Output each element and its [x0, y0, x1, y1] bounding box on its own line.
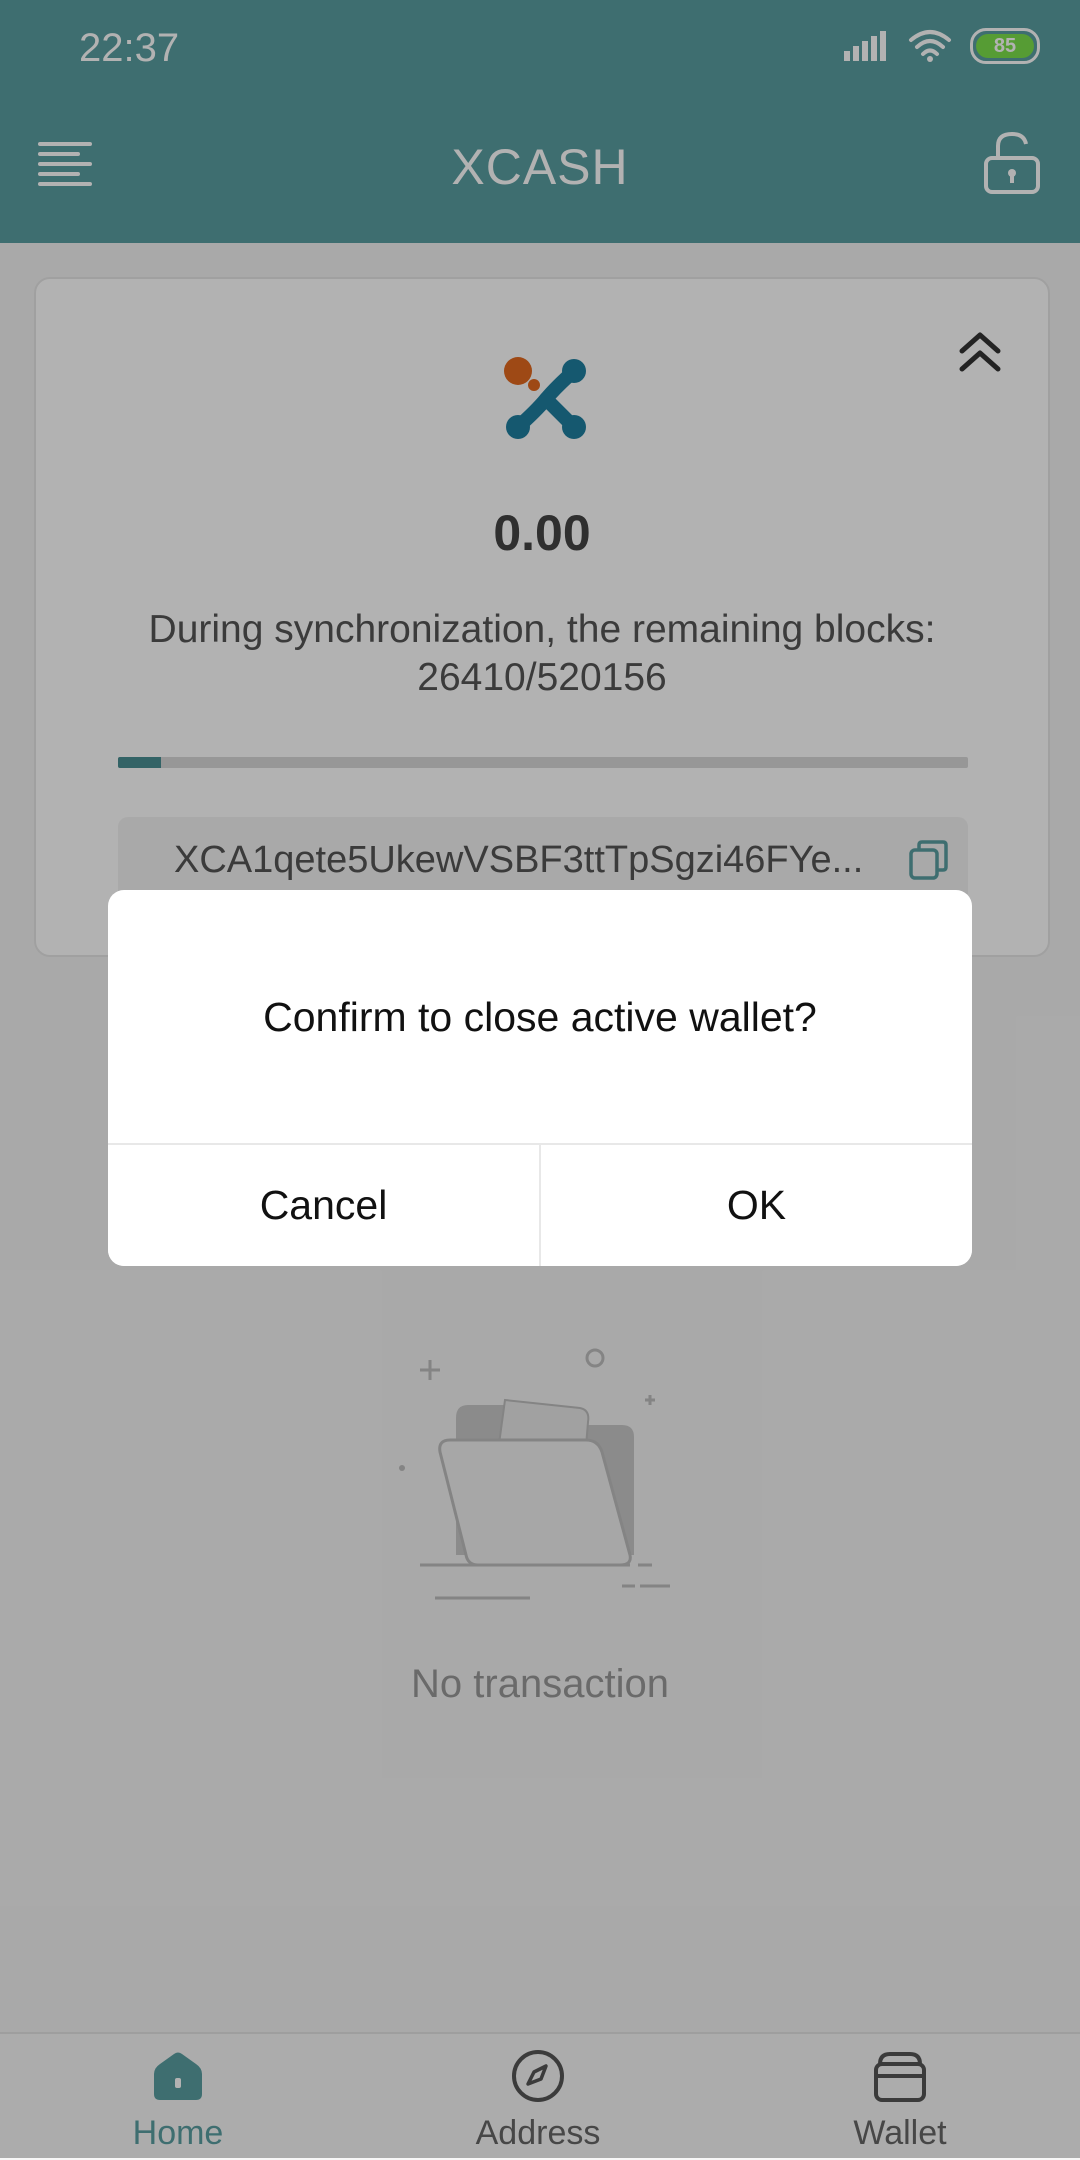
dialog-actions: Cancel OK	[108, 1143, 972, 1266]
dialog-message: Confirm to close active wallet?	[263, 994, 817, 1040]
ok-button[interactable]: OK	[539, 1145, 972, 1266]
cancel-button[interactable]: Cancel	[108, 1145, 539, 1266]
confirm-dialog: Confirm to close active wallet? Cancel O…	[108, 890, 972, 1266]
